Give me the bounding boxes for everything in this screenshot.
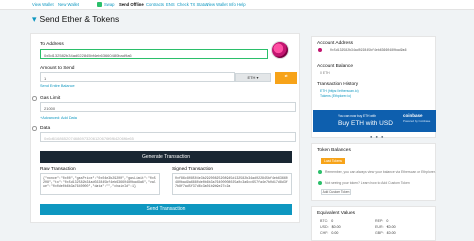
gas-limit-input[interactable]: 21000 (40, 102, 296, 112)
nav-check-tx-status[interactable]: Check TX Status (177, 2, 208, 7)
equivalent-values-label: Equivalent Values (317, 211, 356, 216)
ethplorer-link[interactable]: Tokens (Ethplorer.io) (320, 94, 351, 98)
ev-eur: EUR: €0.00 (375, 225, 396, 229)
data-label: Data (40, 126, 51, 131)
nav-view-wallet[interactable]: View Wallet (32, 2, 54, 7)
nav-view-wallet-info[interactable]: View Wallet Info (206, 2, 236, 7)
account-address-label: Account Address (317, 41, 353, 46)
amount-label: Amount to Send (40, 66, 75, 71)
coinbase-logo: coinbase (403, 113, 423, 118)
etherscan-link[interactable]: ETH (https://etherscan.io) (320, 89, 359, 93)
ev-btc: BTC: 0 (320, 219, 334, 223)
transaction-history-label: Transaction History (317, 82, 359, 87)
nav-new-wallet[interactable]: New Wallet (58, 2, 79, 7)
send-transaction-button[interactable]: Send Transaction (40, 204, 292, 215)
raw-transaction-textarea[interactable]: {"nonce":"0x00","gasPrice":"0x04e3b29200… (40, 173, 160, 195)
nav-contracts[interactable]: Contracts (146, 2, 164, 7)
data-toggle[interactable] (32, 126, 37, 131)
nav-send-offline[interactable]: Send Offline (119, 2, 144, 7)
account-address-value: 0x5d132582b34ad022845bf4eb63660480bad9a6 (330, 48, 407, 52)
help-icon (318, 181, 322, 185)
ev-rep: REP: 0 (375, 219, 389, 223)
swap-icon (97, 2, 102, 7)
generate-transaction-button[interactable]: Generate Transaction (40, 151, 292, 163)
carousel-dots[interactable]: ● ● ● (370, 134, 384, 139)
nav-help[interactable]: Help (237, 2, 246, 7)
nav-ens[interactable]: ENS (166, 2, 175, 7)
unit-select[interactable]: ETH ▾ (235, 73, 271, 82)
info-icon (318, 170, 322, 174)
data-input[interactable]: 0x6d6168652074686973206120676f6f64206f6e… (40, 132, 296, 142)
account-balance-value: 0 ETH (320, 71, 330, 75)
page-title: ▾ Send Ether & Tokens (32, 14, 120, 25)
to-address-label: To Address (40, 42, 64, 47)
add-custom-token-button[interactable]: Add Custom Token (321, 189, 351, 195)
account-balance-label: Account Balance (317, 64, 354, 69)
gas-limit-label: Gas Limit (40, 96, 61, 101)
ev-gbp: GBP: £0.00 (375, 231, 396, 235)
load-tokens-button[interactable]: Load Tokens (321, 158, 345, 164)
token-note-2: Not seeing your token? Learn how to Add … (325, 181, 410, 185)
account-identicon (318, 48, 322, 52)
top-nav: View Wallet New Wallet Swap Send Offline… (0, 0, 474, 10)
advanced-data-link[interactable]: +Advanced: Add Data (40, 116, 77, 120)
send-entire-balance-link[interactable]: Send Entire Balance (40, 84, 75, 88)
ev-usd: USD: $0.00 (320, 225, 341, 229)
address-identicon (271, 41, 289, 59)
amount-input[interactable]: 1 (40, 72, 235, 82)
token-note-1: Remember, you can always view your balan… (325, 170, 436, 174)
coinbase-promo-banner[interactable]: You can now buy ETH with Buy ETH with US… (313, 110, 436, 132)
chevron-down-icon[interactable]: ▾ (32, 14, 37, 25)
raw-transaction-label: Raw Transaction (40, 167, 76, 172)
token-balances-label: Token Balances (317, 148, 351, 153)
to-address-input[interactable]: 0x5d132582b34ad022845bf4eb63660480bad9a6 (40, 49, 268, 59)
ev-chf: CHF: 0.00 (320, 231, 339, 235)
nav-swap[interactable]: Swap (104, 2, 114, 7)
signed-transaction-label: Signed Transaction (172, 167, 214, 172)
gas-limit-toggle[interactable] (32, 96, 37, 101)
swap-arrows-icon: ⇄ (284, 73, 288, 78)
signed-transaction-textarea[interactable]: 0xf86c808504e3b29200825208945d132582b34a… (172, 173, 292, 195)
swap-promo-button[interactable]: ⇄ (275, 72, 297, 84)
